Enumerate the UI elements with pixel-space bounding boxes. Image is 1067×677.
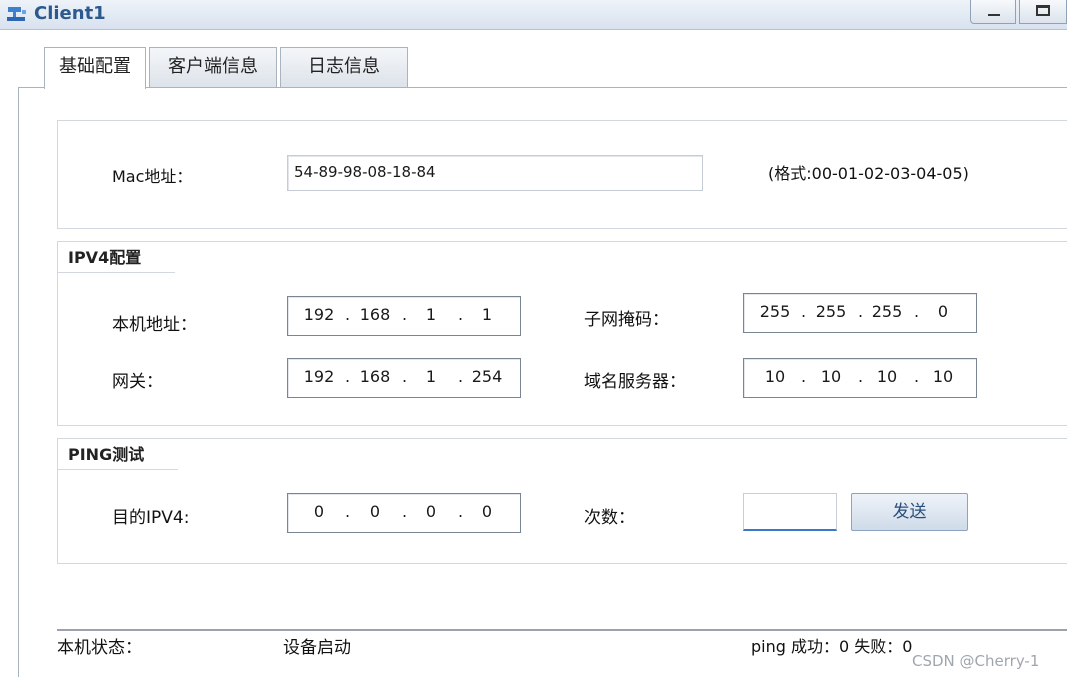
mac-label: Mac地址： <box>112 167 193 186</box>
dest-octet-4: 0 <box>481 502 493 521</box>
host-ip-input[interactable]: 192 . 168 . 1 . 1 <box>287 296 521 336</box>
gateway-octet-4: 254 <box>471 367 503 386</box>
ping-result-text: ping 成功：0 失败：0 <box>751 637 913 656</box>
ping-dest-label: 目的IPV4: <box>112 508 190 528</box>
ping-legend: PING测试 <box>57 438 179 470</box>
ping-count-label: 次数： <box>584 508 635 528</box>
mask-octet-3: 255 <box>871 302 903 321</box>
status-divider <box>57 629 1067 631</box>
dest-octet-2: 0 <box>369 502 381 521</box>
host-ip-octet-2: 168 <box>359 305 391 324</box>
watermark: CSDN @Cherry-1 <box>912 652 1040 670</box>
host-ip-octet-3: 1 <box>425 305 437 324</box>
mask-octet-4: 0 <box>937 302 949 321</box>
tab-log-info[interactable]: 日志信息 <box>280 47 408 87</box>
subnet-mask-input[interactable]: 255 . 255 . 255 . 0 <box>743 293 977 333</box>
mask-octet-2: 255 <box>815 302 847 321</box>
gateway-label: 网关： <box>112 372 163 392</box>
mac-address-value: 54-89-98-08-18-84 <box>294 163 436 181</box>
ping-count-input[interactable] <box>743 493 837 531</box>
dns-label: 域名服务器： <box>584 372 686 392</box>
mac-address-input[interactable]: 54-89-98-08-18-84 <box>287 155 703 191</box>
gateway-octet-1: 192 <box>303 367 335 386</box>
ipv4-legend: IPV4配置 <box>57 241 176 273</box>
dns-octet-2: 10 <box>820 367 842 386</box>
maximize-button[interactable] <box>1019 0 1067 24</box>
tab-basic-config[interactable]: 基础配置 <box>44 47 146 89</box>
title-bar: Client1 <box>0 0 1067 30</box>
gateway-octet-2: 168 <box>359 367 391 386</box>
dest-octet-1: 0 <box>313 502 325 521</box>
gateway-input[interactable]: 192 . 168 . 1 . 254 <box>287 358 521 398</box>
minimize-icon <box>988 14 1000 16</box>
mac-format-hint: (格式:00-01-02-03-04-05) <box>768 164 969 183</box>
dns-input[interactable]: 10 . 10 . 10 . 10 <box>743 358 977 398</box>
maximize-icon <box>1036 5 1050 16</box>
dns-octet-1: 10 <box>764 367 786 386</box>
ipv4-section: IPV4配置 <box>57 241 1067 426</box>
tab-client-info[interactable]: 客户端信息 <box>149 47 277 87</box>
ping-dest-ip-input[interactable]: 0 . 0 . 0 . 0 <box>287 493 521 533</box>
minimize-button[interactable] <box>970 0 1016 24</box>
dest-octet-3: 0 <box>425 502 437 521</box>
window-title: Client1 <box>34 3 106 24</box>
send-button[interactable]: 发送 <box>851 493 968 531</box>
device-status-label: 本机状态： <box>57 638 142 658</box>
device-status-value: 设备启动 <box>283 638 351 658</box>
dns-octet-3: 10 <box>876 367 898 386</box>
subnet-mask-label: 子网掩码： <box>584 310 669 330</box>
host-ip-octet-1: 192 <box>303 305 335 324</box>
host-ip-octet-4: 1 <box>481 305 493 324</box>
host-address-label: 本机地址： <box>112 315 197 335</box>
gateway-octet-3: 1 <box>425 367 437 386</box>
client-app-icon <box>7 7 26 21</box>
mask-octet-1: 255 <box>759 302 791 321</box>
dns-octet-4: 10 <box>932 367 954 386</box>
